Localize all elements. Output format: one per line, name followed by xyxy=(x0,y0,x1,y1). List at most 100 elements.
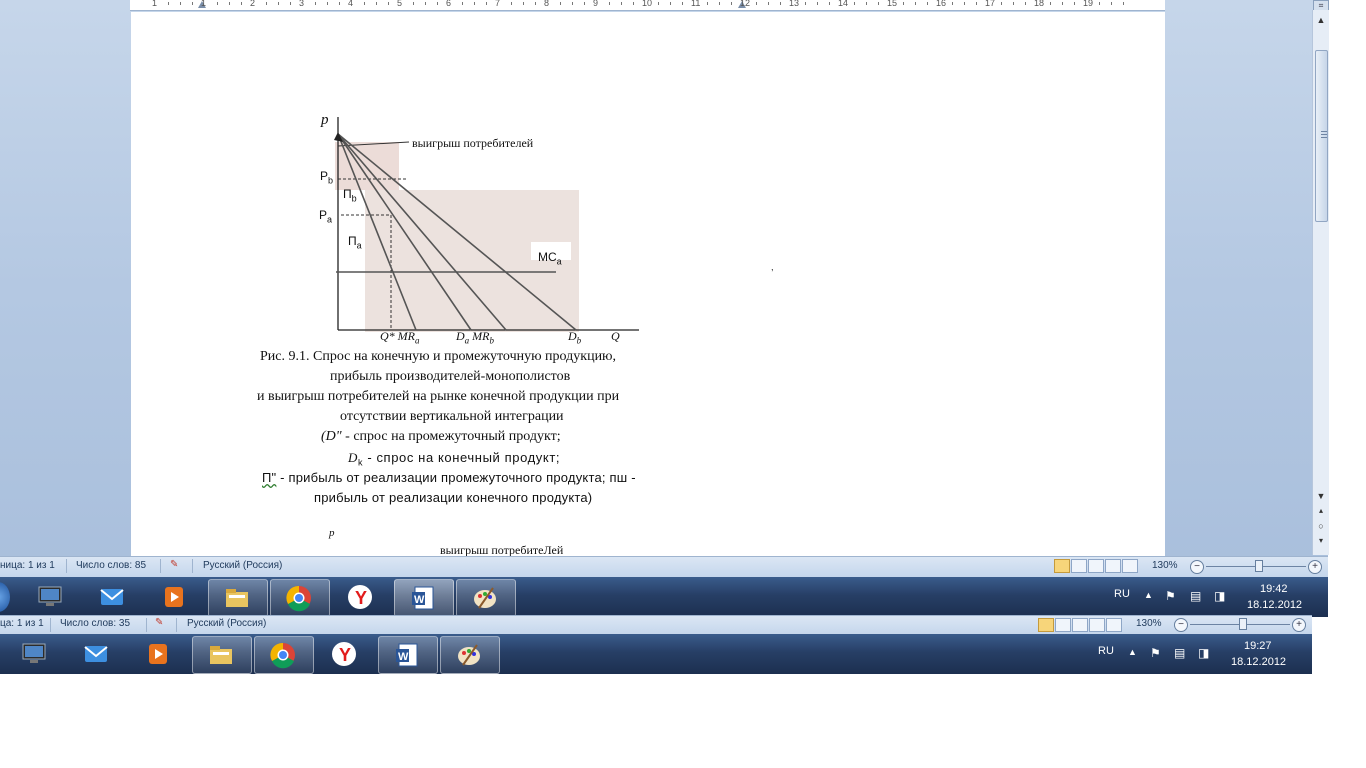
volume-icon[interactable]: ◨ xyxy=(1198,646,1209,660)
previous-page-icon[interactable]: ▴ xyxy=(1315,505,1327,517)
horizontal-ruler[interactable]: 1 1 2 3 4 5 6 7 8 9 10 11 12 13 14 15 16 17 18 19 xyxy=(130,0,1165,11)
page-count[interactable]: ница: 1 из 1 xyxy=(0,560,55,571)
taskbar-paint[interactable] xyxy=(456,579,516,617)
taskbar-media[interactable] xyxy=(130,636,188,672)
zoom-in-icon[interactable]: + xyxy=(1308,560,1322,574)
ruler-tick xyxy=(523,2,524,5)
scrollbar-thumb[interactable] xyxy=(1315,50,1328,222)
print-layout-icon[interactable] xyxy=(1054,559,1070,573)
pib-label-main: П xyxy=(343,187,352,201)
full-screen-reading-icon[interactable] xyxy=(1055,618,1071,632)
taskbar-word[interactable]: W xyxy=(394,579,454,617)
ruler-number: 15 xyxy=(887,0,898,8)
mr-b-label-sub: b xyxy=(489,335,495,346)
clock-time[interactable]: 19:42 xyxy=(1260,583,1288,595)
d-a-mr-b-labels: Da MRb xyxy=(456,329,494,345)
ruler-tick xyxy=(535,2,536,5)
outline-view-icon[interactable] xyxy=(1105,559,1121,573)
taskbar-explorer[interactable] xyxy=(208,579,268,617)
taskbar-chrome[interactable] xyxy=(270,579,330,617)
taskbar-top: Y W RU ▲ ⚑ ▤ ◨ 19:42 18.12.2012 xyxy=(0,577,1328,617)
spelling-check-icon[interactable]: ✎ xyxy=(170,559,178,570)
outline-view-icon[interactable] xyxy=(1089,618,1105,632)
caption-line-2: прибыль производителей-монополистов xyxy=(330,369,571,384)
taskbar-explorer[interactable] xyxy=(192,636,252,674)
network-icon[interactable]: ▤ xyxy=(1190,589,1201,603)
page-count[interactable]: ца: 1 из 1 xyxy=(0,618,44,629)
ruler-tick xyxy=(425,2,426,5)
ruler-tick xyxy=(903,2,904,5)
taskbar-monitor[interactable] xyxy=(22,579,80,615)
language-bar[interactable]: RU xyxy=(1114,588,1130,600)
paint-icon xyxy=(458,644,480,666)
draft-view-icon[interactable] xyxy=(1106,618,1122,632)
full-screen-reading-icon[interactable] xyxy=(1071,559,1087,573)
zoom-out-icon[interactable]: − xyxy=(1190,560,1204,574)
vertical-scrollbar[interactable]: ▲ ▼ ▴ ○ ▾ xyxy=(1312,10,1329,555)
ruler-tick xyxy=(217,2,218,5)
word-count[interactable]: Число слов: 85 xyxy=(76,560,146,571)
taskbar-mail[interactable] xyxy=(84,579,142,615)
next-page-icon[interactable]: ▾ xyxy=(1315,535,1327,547)
network-icon[interactable]: ▤ xyxy=(1174,646,1185,660)
taskbar-paint[interactable] xyxy=(440,636,500,674)
p-axis-label: p xyxy=(321,112,329,128)
flag-icon[interactable]: ⚑ xyxy=(1165,589,1176,603)
taskbar-media[interactable] xyxy=(146,579,204,615)
caption-line-6-italic: D xyxy=(348,450,358,465)
clock-date[interactable]: 18.12.2012 xyxy=(1231,656,1286,668)
ruler-number: 14 xyxy=(838,0,849,8)
ruler-tick xyxy=(805,2,806,5)
document-page[interactable]: p выигрыш потребителей Pb Пb Pa Пa MCa Q… xyxy=(131,12,1165,556)
monitor-icon xyxy=(22,643,46,663)
arrow-up-icon[interactable]: ▲ xyxy=(1144,590,1153,600)
web-layout-icon[interactable] xyxy=(1088,559,1104,573)
zoom-in-icon[interactable]: + xyxy=(1292,618,1306,632)
zoom-out-icon[interactable]: − xyxy=(1174,618,1188,632)
ruler-tick xyxy=(241,2,242,5)
ruler-number: 17 xyxy=(985,0,996,8)
taskbar-yandex[interactable]: Y xyxy=(332,579,390,615)
clock-date[interactable]: 18.12.2012 xyxy=(1247,599,1302,611)
ruler-tick xyxy=(719,2,720,5)
scroll-down-icon[interactable]: ▼ xyxy=(1315,490,1327,502)
zoom-level[interactable]: 130% xyxy=(1136,618,1162,629)
language-bar[interactable]: RU xyxy=(1098,645,1114,657)
scroll-up-icon[interactable]: ▲ xyxy=(1315,14,1327,26)
ruler-tick xyxy=(462,2,463,5)
web-layout-icon[interactable] xyxy=(1072,618,1088,632)
flag-icon[interactable]: ⚑ xyxy=(1150,646,1161,660)
taskbar-word[interactable]: W xyxy=(378,636,438,674)
word-count[interactable]: Число слов: 35 xyxy=(60,618,130,629)
mca-label-sub: a xyxy=(556,256,562,267)
select-browse-object-icon[interactable]: ○ xyxy=(1315,520,1327,532)
draft-view-icon[interactable] xyxy=(1122,559,1138,573)
volume-icon[interactable]: ◨ xyxy=(1214,589,1225,603)
zoom-level[interactable]: 130% xyxy=(1152,560,1178,571)
q-axis-label: Q xyxy=(611,329,620,343)
taskbar-chrome[interactable] xyxy=(254,636,314,674)
clock-time[interactable]: 19:27 xyxy=(1244,640,1272,652)
mca-label-main: MC xyxy=(538,250,557,264)
taskbar-yandex[interactable]: Y xyxy=(316,636,374,672)
spelling-check-icon[interactable]: ✎ xyxy=(155,617,163,628)
taskbar-mail[interactable] xyxy=(68,636,126,672)
media-player-icon xyxy=(149,644,167,664)
language-indicator[interactable]: Русский (Россия) xyxy=(187,618,266,629)
arrow-up-icon[interactable]: ▲ xyxy=(1128,647,1137,657)
pa-label-main: P xyxy=(319,208,328,222)
zoom-slider[interactable] xyxy=(1255,560,1263,572)
windows-orb-icon[interactable] xyxy=(0,582,10,612)
ruler-number: 16 xyxy=(936,0,947,8)
pib-label: Пb xyxy=(343,187,357,203)
yandex-icon: Y xyxy=(332,642,356,666)
pa-label: Pa xyxy=(319,208,332,224)
caption-line-6: Dk - спрос на конечный продукт; xyxy=(348,450,560,468)
ruler-tick xyxy=(192,2,193,5)
mr-a-label-main: MR xyxy=(397,329,415,343)
print-layout-icon[interactable] xyxy=(1038,618,1054,632)
language-indicator[interactable]: Русский (Россия) xyxy=(203,560,282,571)
taskbar-monitor[interactable] xyxy=(6,636,64,672)
svg-text:W: W xyxy=(414,594,425,606)
zoom-slider[interactable] xyxy=(1239,618,1247,630)
